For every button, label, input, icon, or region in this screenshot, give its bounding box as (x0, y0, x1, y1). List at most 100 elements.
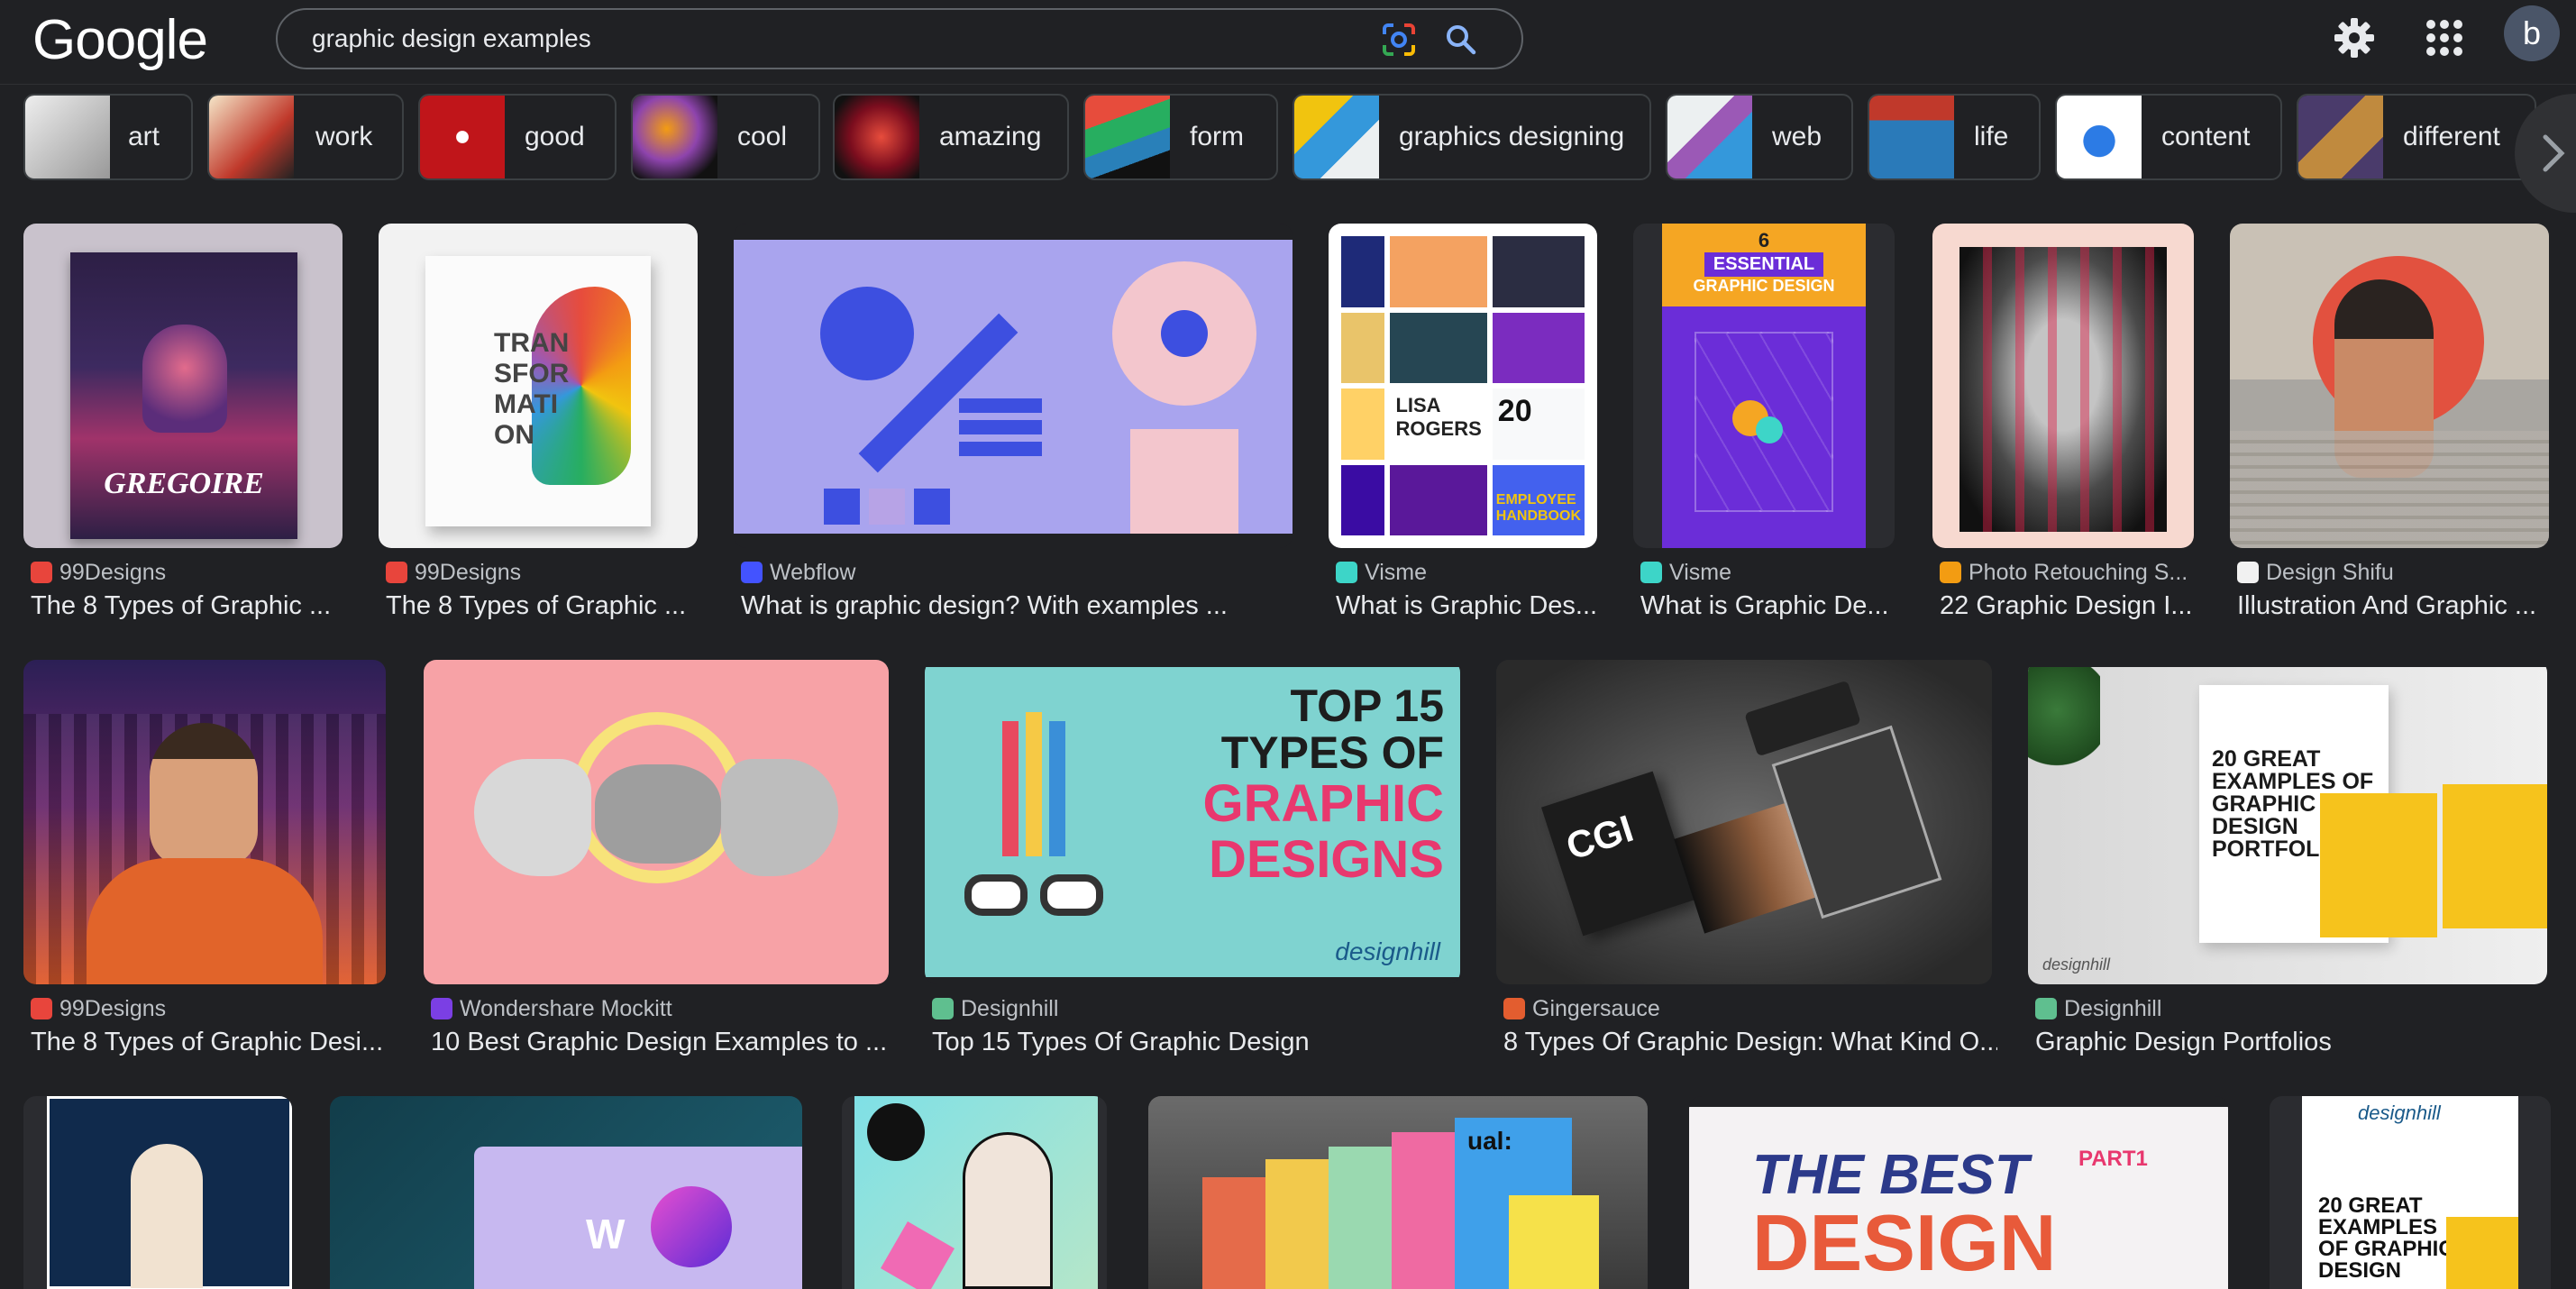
chip-thumbnail (835, 96, 919, 178)
search-box[interactable] (276, 8, 1523, 69)
result-source[interactable]: Design Shifu (2237, 559, 2394, 586)
chip-label: cool (737, 122, 788, 151)
chip-label: amazing (939, 122, 1042, 151)
chip-label: work (315, 122, 373, 151)
chip-graphics-designing[interactable]: graphics designing (1293, 94, 1651, 180)
designhill-favicon (2035, 998, 2057, 1019)
design-shifu-favicon (2237, 562, 2259, 583)
chip-web[interactable]: web (1666, 94, 1853, 180)
webflow-favicon (741, 562, 763, 583)
chip-cool[interactable]: cool (631, 94, 820, 180)
result-source[interactable]: Designhill (932, 995, 1058, 1022)
chip-label: content (2161, 122, 2251, 151)
chip-label: graphics designing (1399, 122, 1625, 151)
chip-thumbnail (25, 96, 110, 178)
result-source[interactable]: Webflow (741, 559, 855, 586)
graphic-headline-4: DESIGNS (1208, 830, 1444, 889)
result-source[interactable]: Photo Retouching S... (1940, 559, 2188, 586)
result-title[interactable]: 10 Best Graphic Design Examples to ... (431, 1026, 894, 1058)
chip-different[interactable]: different (2297, 94, 2536, 180)
headline-part: PART1 (2078, 1147, 2148, 1171)
settings-gear-icon[interactable] (2333, 16, 2376, 59)
infographic-number: 6 (1758, 229, 1770, 251)
result-source[interactable]: Visme (1336, 559, 1427, 586)
chip-thumbnail (1294, 96, 1379, 178)
account-avatar[interactable]: b (2504, 5, 2560, 61)
result-image[interactable]: 6 ESSENTIAL GRAPHIC DESIGN (1633, 224, 1895, 548)
result-image[interactable]: 20 GREAT EXAMPLES OF GRAPHIC DESIGN PORT… (2028, 660, 2547, 984)
visme-favicon (1336, 562, 1357, 583)
search-icon[interactable] (1444, 23, 1478, 57)
result-image[interactable]: CGI (1496, 660, 1992, 984)
result-title[interactable]: What is Graphic Des... (1336, 590, 1601, 622)
result-source[interactable]: Visme (1640, 559, 1731, 586)
result-image[interactable]: TOP 15 TYPES OF GRAPHIC DESIGNS designhi… (925, 660, 1460, 984)
result-image[interactable] (23, 1096, 292, 1289)
result-source[interactable]: 99Designs (386, 559, 521, 586)
top-bar: Google graphic design examples b (0, 0, 2576, 85)
visme-handbook: EMPLOYEE HANDBOOK (1492, 464, 1585, 535)
result-title[interactable]: 8 Types Of Graphic Design: What Kind O..… (1503, 1026, 1997, 1058)
graphic-headline-3: GRAPHIC (1202, 774, 1444, 833)
chip-thumbnail (1869, 96, 1954, 178)
photo-retouching-favicon (1940, 562, 1961, 583)
result-image[interactable]: GREGOIRE (23, 224, 343, 548)
result-source[interactable]: Designhill (2035, 995, 2161, 1022)
result-title[interactable]: 22 Graphic Design I... (1940, 590, 2197, 622)
result-image[interactable] (2230, 224, 2549, 548)
result-image[interactable]: LISA ROGERS 20 EMPLOYEE HANDBOOK (1329, 224, 1597, 548)
chip-amazing[interactable]: amazing (833, 94, 1069, 180)
chip-form[interactable]: form (1083, 94, 1278, 180)
chip-life[interactable]: life (1868, 94, 2041, 180)
result-title[interactable]: The 8 Types of Graphic ... (386, 590, 699, 622)
result-title[interactable]: What is Graphic De... (1640, 590, 1898, 622)
result-image[interactable] (734, 224, 1293, 548)
google-logo[interactable]: Google (32, 9, 208, 72)
visme-name: LISA ROGERS (1390, 389, 1487, 460)
result-title[interactable]: Illustration And Graphic ... (2237, 590, 2556, 622)
result-image[interactable]: TRAN SFOR MATI ON (379, 224, 698, 548)
chip-good[interactable]: good (418, 94, 617, 180)
graphic-headline-1: TOP 15 (1290, 681, 1444, 731)
result-image[interactable] (842, 1096, 1107, 1289)
google-apps-icon[interactable] (2425, 18, 2464, 58)
chip-work[interactable]: work (207, 94, 404, 180)
result-source[interactable]: 99Designs (31, 559, 166, 586)
result-image[interactable]: ual: (1148, 1096, 1648, 1289)
chip-label: art (128, 122, 160, 151)
result-title[interactable]: Graphic Design Portfolios (2035, 1026, 2553, 1058)
result-image[interactable]: W (330, 1096, 802, 1289)
gingersauce-favicon (1503, 998, 1525, 1019)
designhill-watermark: designhill (2358, 1102, 2441, 1124)
result-image[interactable] (1932, 224, 2194, 548)
result-image[interactable] (424, 660, 889, 984)
result-image[interactable]: designhill 20 GREAT EXAMPLES OF GRAPHIC … (2270, 1096, 2551, 1289)
result-image[interactable]: THE BEST DESIGN PART1 (1689, 1096, 2228, 1289)
chip-thumbnail (2298, 96, 2383, 178)
result-title[interactable]: The 8 Types of Graphic Desi... (31, 1026, 391, 1058)
wix-letter: W (586, 1211, 626, 1257)
chip-thumbnail (1667, 96, 1752, 178)
99designs-favicon (31, 998, 52, 1019)
chip-label: web (1772, 122, 1822, 151)
infographic-subtitle: GRAPHIC DESIGN (1693, 277, 1835, 295)
result-image[interactable] (23, 660, 386, 984)
poster-title: GREGOIRE (104, 467, 264, 500)
chip-art[interactable]: art (23, 94, 193, 180)
result-source[interactable]: Wondershare Mockitt (431, 995, 672, 1022)
result-title[interactable]: The 8 Types of Graphic ... (31, 590, 344, 622)
chip-content[interactable]: content (2055, 94, 2282, 180)
chip-label: form (1190, 122, 1244, 151)
result-title[interactable]: Top 15 Types Of Graphic Design (932, 1026, 1464, 1058)
wondershare-mockitt-favicon (431, 998, 452, 1019)
result-title[interactable]: What is graphic design? With examples ..… (741, 590, 1294, 622)
poster-text: TRAN SFOR MATI ON (494, 328, 570, 450)
designhill-favicon (932, 998, 954, 1019)
ual-logo: ual: (1467, 1127, 1512, 1155)
search-input[interactable] (312, 19, 1348, 59)
99designs-favicon (31, 562, 52, 583)
google-lens-icon[interactable] (1381, 22, 1417, 58)
chip-label: different (2403, 122, 2500, 151)
result-source[interactable]: Gingersauce (1503, 995, 1660, 1022)
result-source[interactable]: 99Designs (31, 995, 166, 1022)
